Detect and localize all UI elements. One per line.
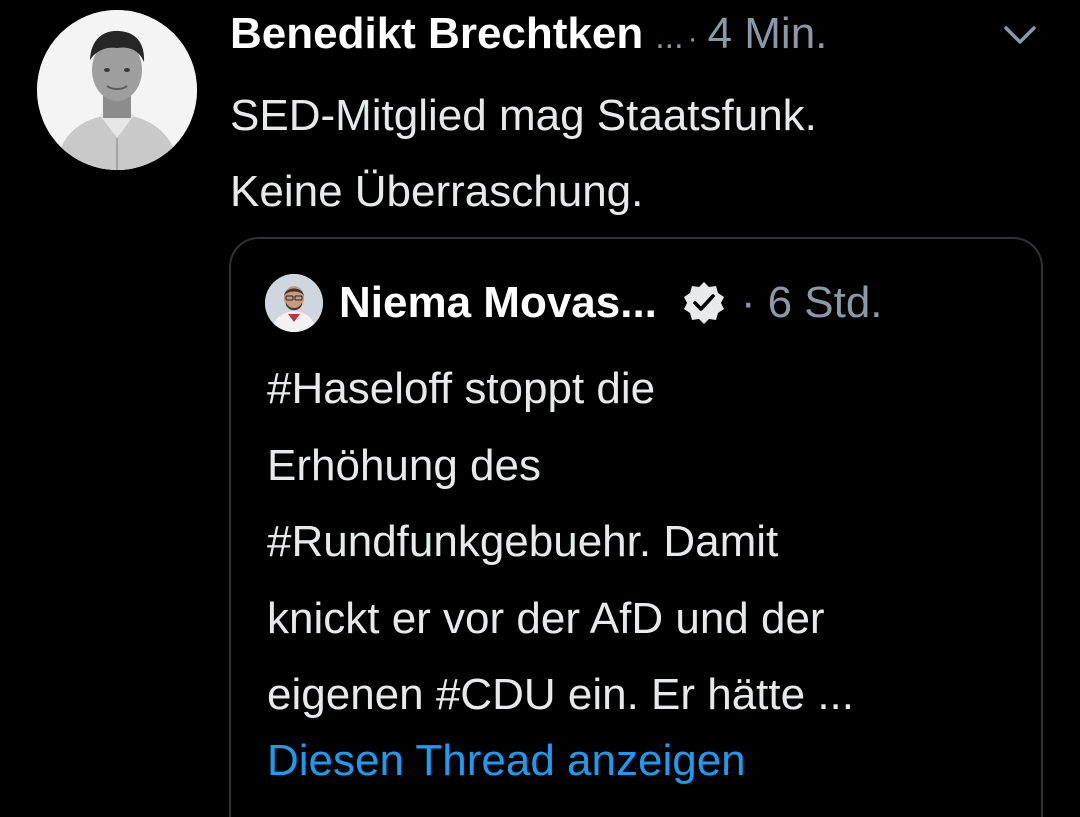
tweet-header: Benedikt Brechtken ... · 4 Min. xyxy=(230,6,1060,62)
quoted-tweet-timestamp: 6 Std. xyxy=(767,278,883,327)
separator-dot: · xyxy=(687,22,698,55)
quoted-author-name: Niema Movas... xyxy=(339,278,657,327)
author-avatar[interactable] xyxy=(37,10,197,170)
tweet-timestamp[interactable]: 4 Min. xyxy=(708,6,828,62)
quoted-tweet-text: #Haseloff stoppt die Erhöhung des #Rundf… xyxy=(267,364,854,719)
quoted-tweet-header: Niema Movas... · 6 Std. xyxy=(265,273,883,333)
tweet-text: SED-Mitglied mag Staatsfunk. Keine Überr… xyxy=(230,91,817,216)
separator-dot: · xyxy=(740,278,756,327)
author-avatar-image xyxy=(37,10,197,170)
tweet[interactable]: Benedikt Brechtken ... · 4 Min. SED-Mitg… xyxy=(0,0,1080,817)
quoted-author-avatar-image xyxy=(265,274,323,332)
quoted-author-avatar xyxy=(265,274,323,332)
show-thread-link[interactable]: Diesen Thread anzeigen xyxy=(267,733,746,789)
verified-badge-icon xyxy=(683,282,724,324)
author-name[interactable]: Benedikt Brechtken xyxy=(230,6,643,62)
chevron-down-icon[interactable] xyxy=(1000,22,1040,48)
author-name-truncation: ... xyxy=(655,18,684,56)
quoted-tweet-card[interactable]: Niema Movas... · 6 Std. #Haseloff stoppt… xyxy=(229,237,1043,817)
